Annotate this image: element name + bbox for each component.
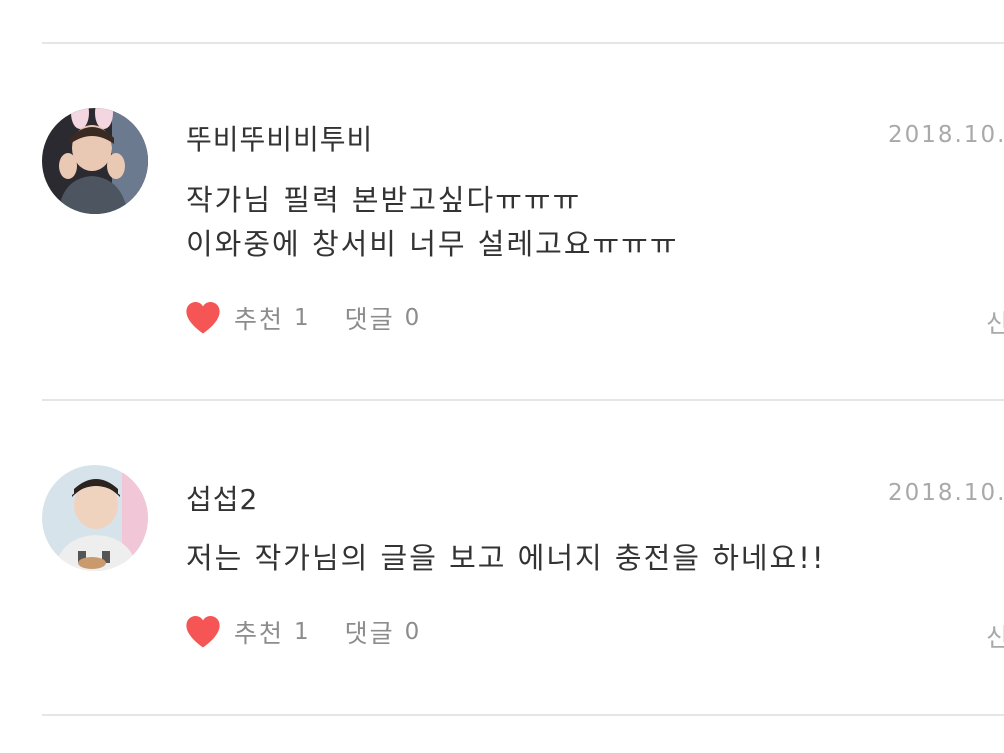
like-label: 추천 <box>234 619 285 648</box>
comment-actions: 추천 1 댓글 0 <box>184 298 419 338</box>
avatar[interactable] <box>42 108 148 214</box>
comment-author[interactable]: 섭섭2 <box>186 478 258 518</box>
comment-divider <box>42 399 1004 401</box>
comment-text-line: 저는 작가님의 글을 보고 에너지 충전을 하네요!! <box>186 541 826 575</box>
comment-text-line: 이와중에 창서비 너무 설레고요ㅠㅠㅠ <box>186 227 679 261</box>
like-label: 추천 <box>234 305 285 334</box>
reply-label: 댓글 <box>344 619 395 648</box>
comment-text: 작가님 필력 본받고싶다ㅠㅠㅠ 이와중에 창서비 너무 설레고요ㅠㅠㅠ <box>186 178 679 266</box>
like-button[interactable]: 추천 1 <box>184 299 309 337</box>
like-count: 1 <box>294 305 309 331</box>
comment-date: 2018.10. <box>888 122 1004 148</box>
comment-text-line: 작가님 필력 본받고싶다ㅠㅠㅠ <box>186 183 582 217</box>
reply-button[interactable]: 댓글 0 <box>345 614 420 650</box>
report-button[interactable]: 신 <box>986 618 1004 654</box>
reply-button[interactable]: 댓글 0 <box>345 300 420 336</box>
comment-actions: 추천 1 댓글 0 <box>184 612 419 652</box>
comment-date: 2018.10. <box>888 480 1004 506</box>
heart-icon[interactable] <box>184 299 222 337</box>
comment-author[interactable]: 뚜비뚜비비투비 <box>186 118 373 158</box>
avatar[interactable] <box>42 465 148 571</box>
comment-text: 저는 작가님의 글을 보고 에너지 충전을 하네요!! <box>186 536 825 580</box>
reply-count: 0 <box>404 305 420 331</box>
report-button[interactable]: 신 <box>986 304 1004 340</box>
heart-icon[interactable] <box>184 613 222 651</box>
like-count: 1 <box>294 619 309 645</box>
top-divider <box>42 42 1004 44</box>
reply-count: 0 <box>404 619 420 645</box>
reply-label: 댓글 <box>344 305 395 334</box>
bottom-divider <box>42 714 1004 716</box>
like-button[interactable]: 추천 1 <box>184 613 309 651</box>
